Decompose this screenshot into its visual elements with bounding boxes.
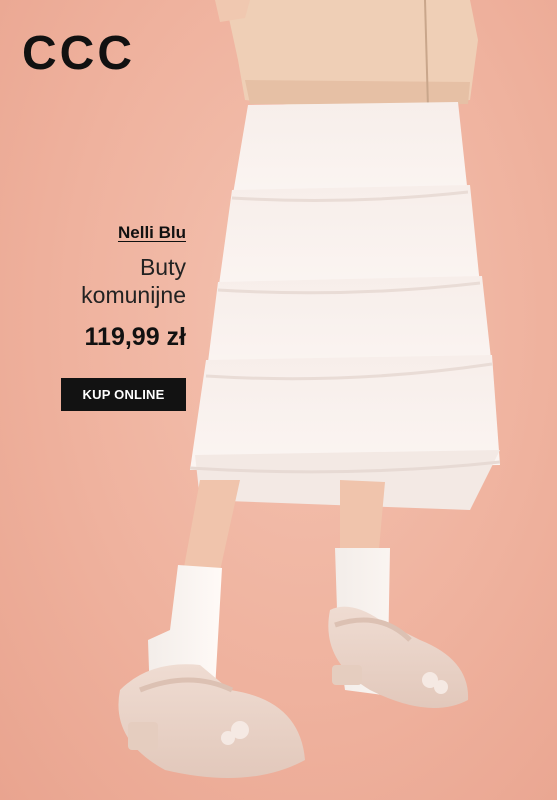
product-price: 119,99 zł <box>84 323 186 351</box>
product-name: Buty komunijne <box>6 253 186 309</box>
advert-banner: CCC Nelli Blu Buty komunijne 119,99 zł K… <box>0 0 557 800</box>
brand-link[interactable]: Nelli Blu <box>118 223 186 243</box>
product-name-line-2: komunijne <box>81 282 186 308</box>
kup-online-button[interactable]: KUP ONLINE <box>61 378 186 411</box>
product-name-line-1: Buty <box>139 254 186 280</box>
product-info: Nelli Blu Buty komunijne 119,99 zł <box>6 223 186 352</box>
ccc-logo[interactable]: CCC <box>22 30 135 78</box>
